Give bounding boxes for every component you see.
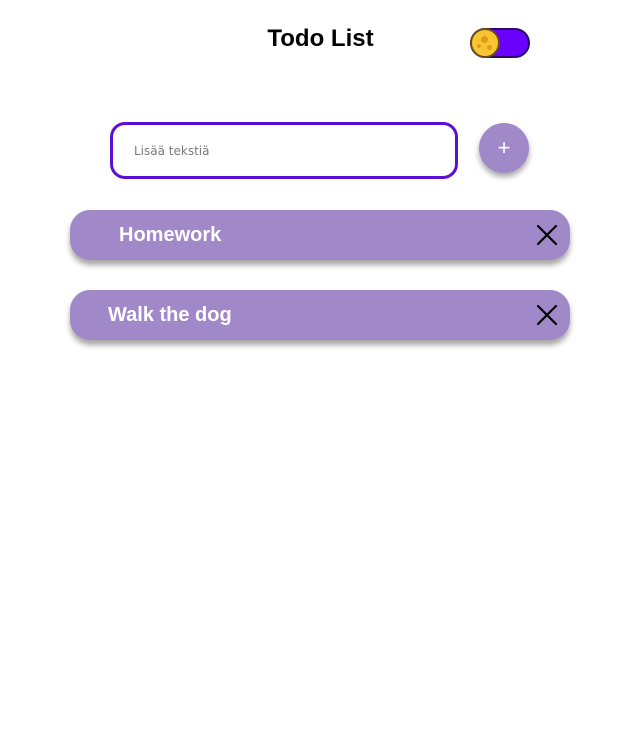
close-icon [536,224,558,246]
todo-item: Homework [70,210,570,260]
close-icon [536,304,558,326]
todo-item-label: Walk the dog [108,304,232,326]
todo-input-container [110,122,458,179]
moon-icon [470,28,500,58]
delete-todo-button[interactable] [535,223,559,247]
todo-input[interactable] [113,125,455,176]
todo-item: Walk the dog [70,290,570,340]
page-title: Todo List [267,25,374,52]
delete-todo-button[interactable] [535,303,559,327]
todo-item-label: Homework [119,224,222,246]
todo-app: Todo List + Homework Walk the dog [0,0,641,752]
add-todo-button[interactable]: + [479,123,529,173]
theme-toggle[interactable] [470,28,530,58]
